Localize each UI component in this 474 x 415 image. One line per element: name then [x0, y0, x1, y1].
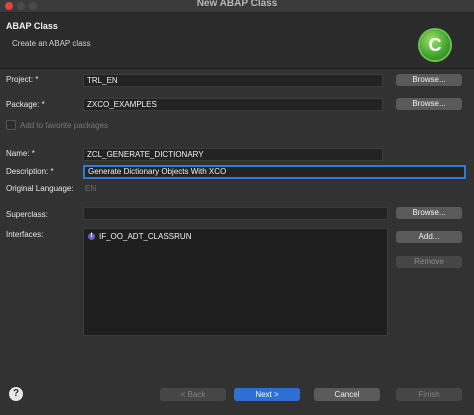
project-field[interactable]: TRL_EN	[83, 74, 383, 87]
interface-icon: I	[88, 233, 95, 240]
cancel-button[interactable]: Cancel	[314, 388, 380, 401]
project-label: Project: *	[6, 75, 39, 84]
package-field[interactable]: ZXCO_EXAMPLES	[83, 98, 383, 111]
wizard-title: ABAP Class	[6, 21, 58, 31]
help-icon[interactable]: ?	[9, 387, 23, 401]
package-label: Package: *	[6, 100, 45, 109]
browse-project-button[interactable]: Browse...	[396, 74, 462, 86]
browse-package-button[interactable]: Browse...	[396, 98, 462, 110]
interfaces-label: Interfaces:	[6, 230, 44, 239]
back-button[interactable]: < Back	[160, 388, 226, 401]
add-interface-button[interactable]: Add...	[396, 231, 462, 243]
description-field[interactable]: Generate Dictionary Objects With XCO	[83, 165, 466, 179]
superclass-label: Superclass:	[6, 210, 48, 219]
wizard-description: Create an ABAP class	[12, 39, 91, 48]
original-language-field: EN	[85, 184, 97, 193]
favorite-packages-checkbox[interactable]	[6, 120, 16, 130]
interfaces-list[interactable]: I IF_OO_ADT_CLASSRUN	[83, 228, 388, 336]
wizard-header: ABAP Class Create an ABAP class C	[0, 13, 474, 69]
superclass-field[interactable]	[83, 207, 388, 220]
favorite-packages-row: Add to favorite packages	[6, 120, 108, 130]
wizard-footer: ? < Back Next > Cancel Finish	[0, 380, 474, 415]
window-title: New ABAP Class	[196, 0, 278, 9]
list-item[interactable]: I IF_OO_ADT_CLASSRUN	[88, 232, 191, 241]
window-titlebar: New ABAP Class	[0, 0, 474, 13]
interface-name: IF_OO_ADT_CLASSRUN	[99, 232, 192, 241]
remove-interface-button[interactable]: Remove	[396, 256, 462, 268]
description-label: Description: *	[6, 167, 54, 176]
name-field[interactable]: ZCL_GENERATE_DICTIONARY	[83, 148, 383, 161]
original-language-label: Original Language:	[6, 184, 74, 193]
finish-button[interactable]: Finish	[396, 388, 462, 401]
browse-superclass-button[interactable]: Browse...	[396, 207, 462, 219]
next-button[interactable]: Next >	[234, 388, 300, 401]
name-label: Name: *	[6, 149, 35, 158]
abap-class-icon: C	[420, 30, 450, 60]
favorite-packages-label: Add to favorite packages	[20, 120, 109, 130]
